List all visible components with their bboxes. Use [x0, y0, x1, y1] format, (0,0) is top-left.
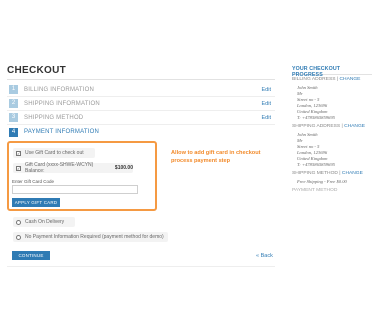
use-gift-card-option[interactable]: ✓ Use Gift Card to check out: [13, 148, 95, 158]
radio-icon[interactable]: [16, 219, 21, 225]
billing-address-heading: BILLING ADDRESS | CHANGE: [292, 77, 372, 85]
gift-card-balance: $100.00: [114, 165, 133, 171]
edit-shipping-method-link[interactable]: Edit: [262, 115, 271, 121]
title-divider: [7, 79, 275, 80]
shipping-address-label: SHIPPING ADDRESS: [292, 124, 341, 129]
change-shipping-method-link[interactable]: CHANGE: [342, 171, 363, 176]
shipping-method-heading: SHIPPING METHOD | CHANGE: [292, 171, 372, 179]
payment-method-heading: PAYMENT METHOD: [292, 188, 338, 193]
no-payment-option[interactable]: No Payment Information Required (payment…: [13, 232, 168, 242]
checkbox-icon[interactable]: ✓: [16, 150, 21, 156]
address-line: T: +4785865859695: [297, 162, 335, 167]
gift-card-label: Gift Card (xxxx-SHWE-WCYN) Balance:: [25, 162, 94, 174]
apply-gift-card-button[interactable]: APPLY GIFT CARD: [12, 198, 60, 207]
step-number: 3: [9, 113, 18, 122]
gift-card-code-input[interactable]: [12, 185, 138, 194]
step-shipping-information[interactable]: 2 SHIPPING INFORMATION Edit: [7, 97, 275, 111]
no-payment-label: No Payment Information Required (payment…: [25, 234, 164, 240]
checkbox-icon[interactable]: ✓: [16, 165, 21, 171]
step-billing-information[interactable]: 1 BILLING INFORMATION Edit: [7, 83, 275, 97]
continue-button[interactable]: CONTINUE: [12, 251, 50, 260]
shipping-method-label: SHIPPING METHOD: [292, 171, 338, 176]
step-number: 2: [9, 99, 18, 108]
shipping-address: John Smith Mr Street no - 5 London, 1236…: [292, 132, 372, 168]
gift-card-code-label: Enter Gift Card Code: [12, 179, 55, 184]
billing-address-label: BILLING ADDRESS: [292, 77, 336, 82]
back-link[interactable]: « Back: [256, 253, 273, 259]
step-label: BILLING INFORMATION: [24, 86, 95, 93]
sidebar-title: YOUR CHECKOUT PROGRESS: [292, 66, 341, 78]
radio-icon[interactable]: [16, 234, 21, 240]
bottom-divider: [7, 266, 275, 267]
step-number: 4: [9, 127, 18, 137]
edit-shipping-link[interactable]: Edit: [262, 101, 271, 107]
change-shipping-link[interactable]: CHANGE: [344, 124, 365, 129]
gift-card-balance-option[interactable]: ✓ Gift Card (xxxx-SHWE-WCYN) Balance: $1…: [13, 162, 133, 174]
address-line: T: +4785865859695: [297, 115, 335, 120]
step-payment-information: 4 PAYMENT INFORMATION: [7, 125, 275, 139]
edit-billing-link[interactable]: Edit: [262, 87, 271, 93]
page-title: CHECKOUT: [7, 65, 67, 76]
use-gift-card-label: Use Gift Card to check out: [25, 150, 84, 156]
step-shipping-method[interactable]: 3 SHIPPING METHOD Edit: [7, 111, 275, 125]
shipping-method-value: Free Shipping - Free $0.00: [292, 179, 372, 185]
feature-annotation: Allow to add gift card in checkout proce…: [171, 150, 261, 164]
shipping-method-text: Free Shipping - Free $0.00: [297, 179, 347, 184]
step-number: 1: [9, 85, 18, 94]
cash-on-delivery-option[interactable]: Cash On Delivery: [13, 217, 75, 227]
change-billing-link[interactable]: CHANGE: [340, 77, 361, 82]
step-label: SHIPPING METHOD: [24, 114, 84, 121]
step-label: PAYMENT INFORMATION: [24, 129, 100, 135]
billing-address: John Smith Mr Street no - 5 London, 1236…: [292, 85, 372, 121]
checkout-progress-sidebar: YOUR CHECKOUT PROGRESS BILLING ADDRESS |…: [292, 66, 372, 196]
cash-on-delivery-label: Cash On Delivery: [25, 219, 65, 225]
step-label: SHIPPING INFORMATION: [24, 100, 100, 107]
shipping-address-heading: SHIPPING ADDRESS | CHANGE: [292, 124, 372, 132]
